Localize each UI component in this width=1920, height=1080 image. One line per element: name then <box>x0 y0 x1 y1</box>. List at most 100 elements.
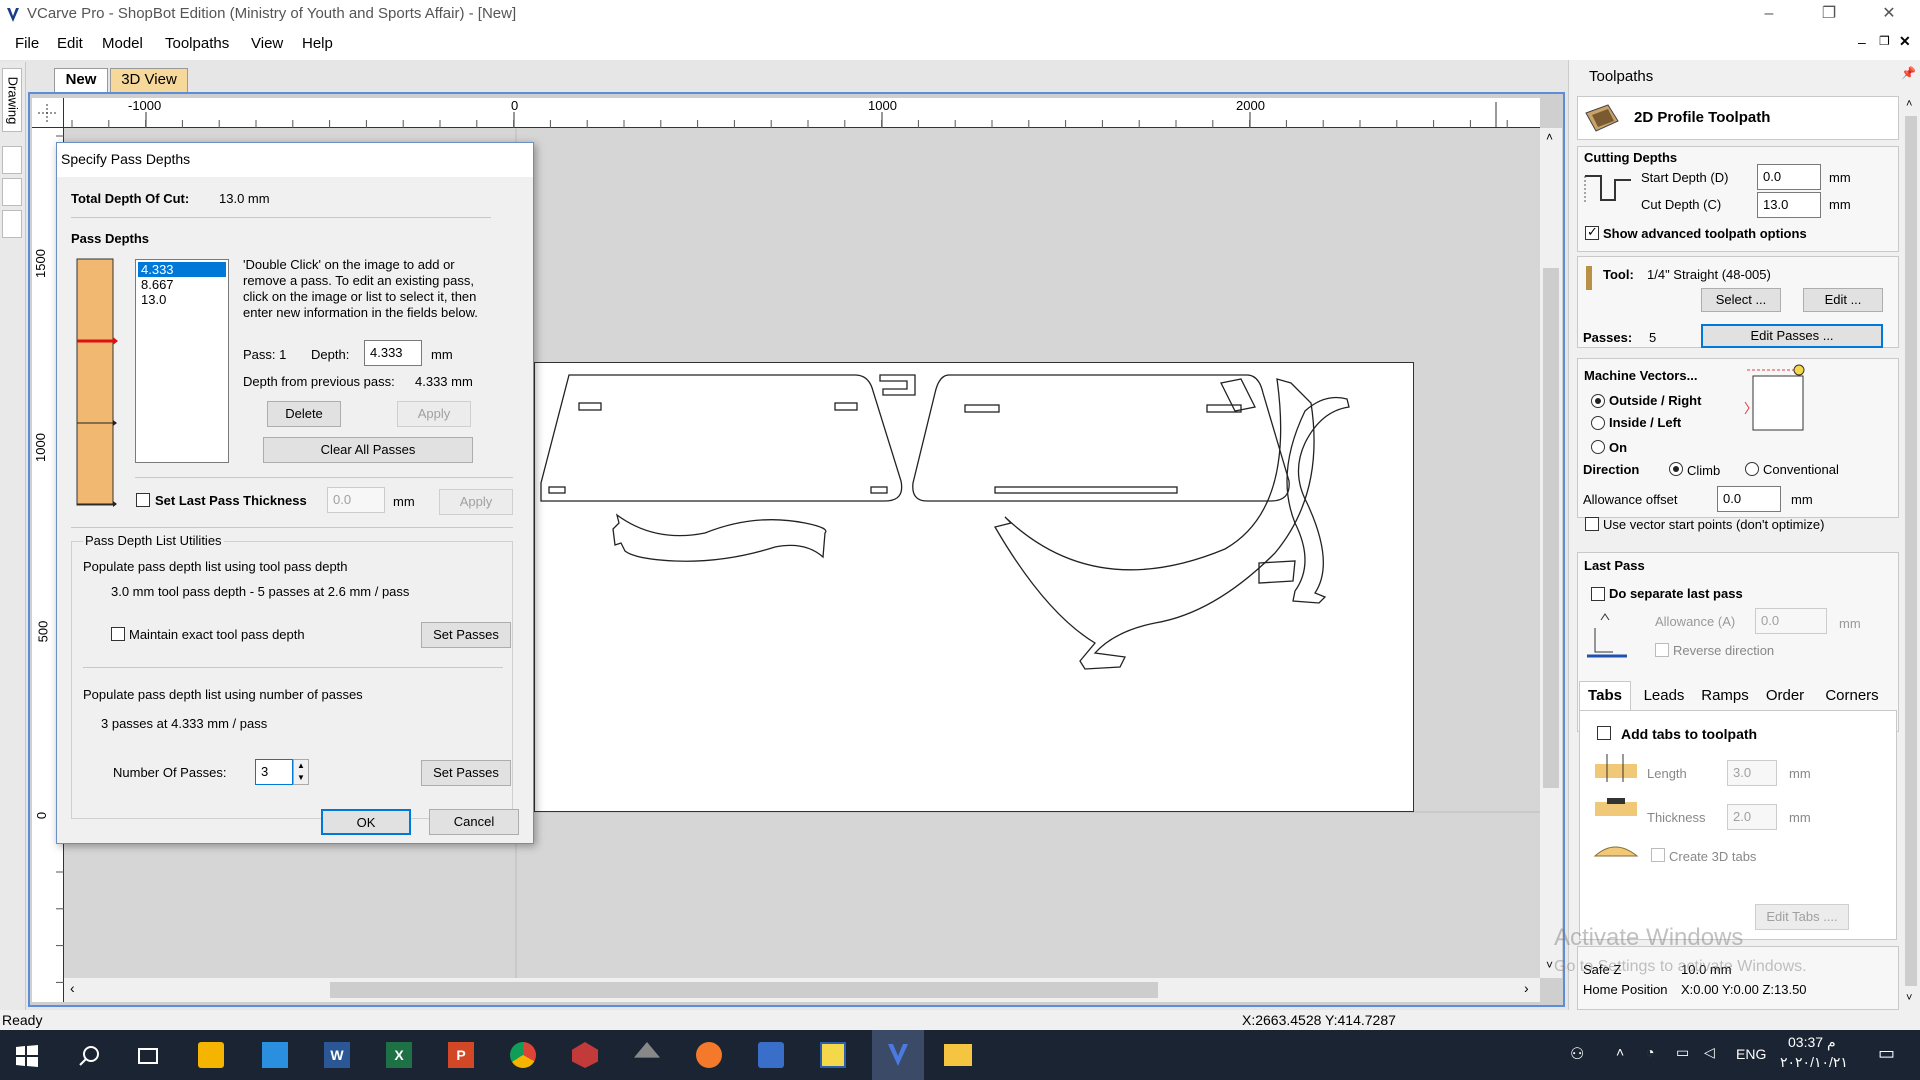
blender-icon[interactable] <box>696 1042 722 1068</box>
clock-date[interactable]: ٢٠٢٠/١٠/٢١ <box>1780 1054 1848 1071</box>
tab-3d-view[interactable]: 3D View <box>110 68 188 92</box>
vcarve-taskbar-button[interactable] <box>872 1030 924 1080</box>
store-icon[interactable] <box>198 1042 224 1068</box>
conventional-radio[interactable] <box>1745 462 1759 476</box>
notifications-icon[interactable]: ▭ <box>1878 1043 1895 1064</box>
restore-icon[interactable]: ❐ <box>1806 0 1852 30</box>
mdi-restore-icon[interactable]: ❐ <box>1879 34 1890 48</box>
people-icon[interactable]: ⚇ <box>1570 1044 1584 1064</box>
maintain-depth-checkbox[interactable] <box>111 627 125 641</box>
pass-depth-image[interactable] <box>75 257 119 509</box>
mdi-minimize-icon[interactable]: – <box>1858 34 1866 50</box>
panel-scroll-up-icon[interactable]: ˄ <box>1906 98 1912 110</box>
pin-icon[interactable]: 📌 <box>1901 66 1916 80</box>
menu-edit[interactable]: Edit <box>57 35 83 52</box>
set-passes-button[interactable]: Set Passes <box>421 622 511 648</box>
create-3d-tabs-checkbox[interactable] <box>1651 848 1665 862</box>
num-passes-input[interactable]: 3 <box>255 759 293 785</box>
tab-corners[interactable]: Corners <box>1815 681 1889 711</box>
word-icon[interactable]: W <box>324 1042 350 1068</box>
horizontal-scrollbar[interactable]: ‹ › <box>64 978 1540 1002</box>
pass-list-item[interactable]: 13.0 <box>136 292 228 307</box>
separate-last-pass-checkbox[interactable] <box>1591 587 1605 601</box>
mail-icon[interactable] <box>262 1042 288 1068</box>
length-input[interactable]: 3.0 <box>1727 760 1777 786</box>
inside-left-radio[interactable] <box>1591 416 1605 430</box>
minimize-icon[interactable]: – <box>1746 0 1792 30</box>
menu-model[interactable]: Model <box>102 35 143 52</box>
reverse-direction-checkbox[interactable] <box>1655 643 1669 657</box>
tab-tabs-label[interactable]: Tabs <box>1579 681 1631 711</box>
clear-all-passes-button[interactable]: Clear All Passes <box>263 437 473 463</box>
chrome-icon[interactable] <box>510 1042 536 1068</box>
set-passes-button-2[interactable]: Set Passes <box>421 760 511 786</box>
edit-tabs-button[interactable]: Edit Tabs .... <box>1755 904 1849 930</box>
drawing-tab[interactable]: Drawing <box>2 68 22 132</box>
tab-ramps[interactable]: Ramps <box>1695 681 1755 711</box>
mdi-close-icon[interactable]: ✕ <box>1899 33 1911 50</box>
ok-button[interactable]: OK <box>321 809 411 835</box>
scroll-down-icon[interactable]: ˅ <box>1546 958 1553 972</box>
wifi-icon[interactable]: ◔ <box>1646 1044 1654 1060</box>
vertical-scrollbar[interactable]: ˄ ˅ <box>1540 128 1562 978</box>
panel-scroll-thumb[interactable] <box>1905 116 1917 986</box>
strip-tab-4[interactable] <box>2 210 22 238</box>
outside-right-radio[interactable] <box>1591 394 1605 408</box>
scroll-up-icon[interactable]: ˄ <box>1546 130 1553 144</box>
search-icon[interactable] <box>78 1045 100 1067</box>
scroll-right-icon[interactable]: › <box>1524 980 1529 996</box>
edit-passes-button[interactable]: Edit Passes ... <box>1701 324 1883 348</box>
task-view-icon[interactable] <box>136 1045 160 1067</box>
app-icon-4[interactable] <box>820 1042 846 1068</box>
allowance-offset-input[interactable]: 0.0 <box>1717 486 1781 512</box>
scroll-left-icon[interactable]: ‹ <box>70 980 75 996</box>
strip-tab-3[interactable] <box>2 178 22 206</box>
cancel-button[interactable]: Cancel <box>429 809 519 835</box>
num-passes-spinner[interactable]: ▲ ▼ <box>293 759 309 785</box>
h-scroll-thumb[interactable] <box>330 982 1158 998</box>
menu-toolpaths[interactable]: Toolpaths <box>165 35 229 52</box>
vector-start-checkbox[interactable] <box>1585 517 1599 531</box>
app-icon-1[interactable] <box>572 1042 598 1068</box>
volume-icon[interactable]: ◁ <box>1704 1044 1715 1061</box>
excel-icon[interactable]: X <box>386 1042 412 1068</box>
pass-list[interactable]: 4.333 8.667 13.0 <box>135 259 229 463</box>
app-icon-2[interactable] <box>634 1042 660 1058</box>
file-explorer-icon[interactable] <box>944 1044 972 1066</box>
climb-radio[interactable] <box>1669 462 1683 476</box>
allowance-a-input[interactable]: 0.0 <box>1755 608 1827 634</box>
tab-new[interactable]: New <box>54 68 108 92</box>
thickness-input[interactable]: 2.0 <box>1727 804 1777 830</box>
panel-scroll-down-icon[interactable]: ˅ <box>1906 992 1912 1004</box>
cut-depth-input[interactable]: 13.0 <box>1757 192 1821 218</box>
part-vectors[interactable] <box>535 363 1415 813</box>
app-icon-3[interactable] <box>758 1042 784 1068</box>
last-pass-thickness-input[interactable]: 0.0 <box>327 487 385 513</box>
menu-help[interactable]: Help <box>302 35 333 52</box>
show-advanced-checkbox[interactable] <box>1585 224 1599 240</box>
language-indicator[interactable]: ENG <box>1736 1046 1766 1062</box>
ruler-origin-icon[interactable] <box>32 98 64 128</box>
strip-tab-2[interactable] <box>2 146 22 174</box>
apply-button[interactable]: Apply <box>397 401 471 427</box>
start-depth-input[interactable]: 0.0 <box>1757 164 1821 190</box>
delete-button[interactable]: Delete <box>267 401 341 427</box>
set-last-pass-checkbox[interactable] <box>136 493 150 507</box>
menu-view[interactable]: View <box>251 35 283 52</box>
powerpoint-icon[interactable]: P <box>448 1042 474 1068</box>
edit-tool-button[interactable]: Edit ... <box>1803 288 1883 312</box>
pass-list-item[interactable]: 4.333 <box>138 262 226 277</box>
tray-up-icon[interactable]: ˄ <box>1616 1044 1624 1060</box>
tab-leads[interactable]: Leads <box>1635 681 1693 711</box>
clock-time[interactable]: 03:37 م <box>1788 1034 1836 1051</box>
panel-scrollbar[interactable]: ˄ ˅ <box>1903 96 1919 1010</box>
pass-list-item[interactable]: 8.667 <box>136 277 228 292</box>
select-tool-button[interactable]: Select ... <box>1701 288 1781 312</box>
material-sheet[interactable] <box>534 362 1414 812</box>
add-tabs-checkbox[interactable] <box>1597 726 1611 740</box>
last-pass-apply-button[interactable]: Apply <box>439 489 513 515</box>
v-scroll-thumb[interactable] <box>1543 268 1559 788</box>
menu-file[interactable]: File <box>15 35 39 52</box>
windows-start-icon[interactable] <box>16 1045 38 1067</box>
on-radio[interactable] <box>1591 440 1605 454</box>
